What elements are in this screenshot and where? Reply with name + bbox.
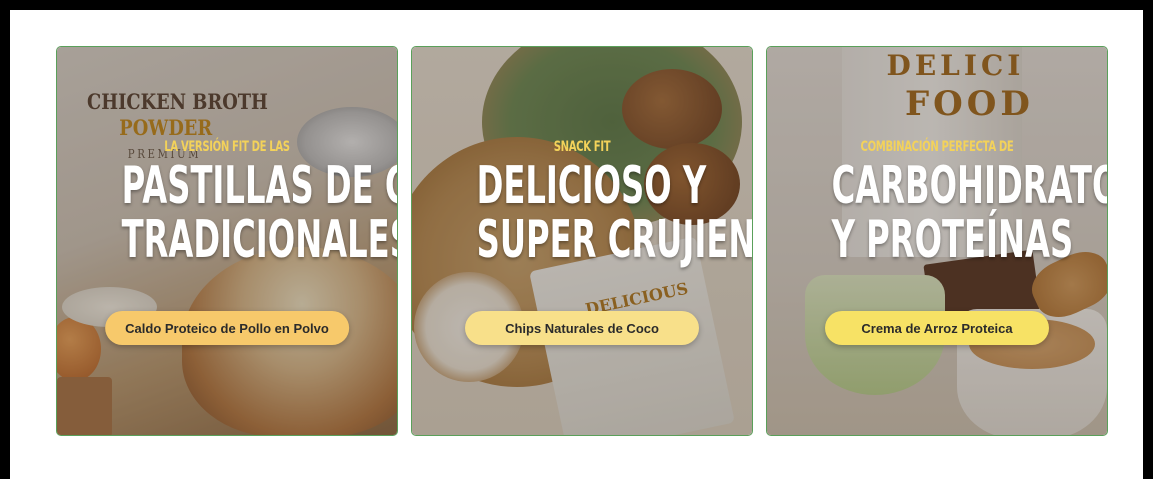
coconut-chips-button[interactable]: Chips Naturales de Coco [465,311,699,345]
card-headline-line-1: DELICIOSO Y [476,156,707,216]
card-text: COMBINACIÓN PERFECTA DE CARBOHIDRATOS Y … [767,139,1107,267]
card-eyebrow: SNACK FIT [553,139,611,155]
card-headline-line-2: Y PROTEÍNAS [831,210,1074,270]
page-frame: CHICKEN BROTH POWDER PREMIUM LA VERSIÓN … [10,10,1143,479]
card-headline-line-2: TRADICIONALES [121,210,398,270]
product-card-coconut-chips[interactable]: DELICIOUS FOOD SNACK FIT DELICIOSO Y SUP… [411,46,753,436]
card-text: SNACK FIT DELICIOSO Y SUPER CRUJIENTE [412,139,752,267]
product-card-rice-cream[interactable]: DELICI FOOD COMBINACIÓN PERFECTA DE CARB… [766,46,1108,436]
card-eyebrow: COMBINACIÓN PERFECTA DE [860,139,1014,155]
card-headline-line-1: PASTILLAS DE CALDO [121,156,397,216]
card-text: LA VERSIÓN FIT DE LAS PASTILLAS DE CALDO… [57,139,397,267]
chicken-broth-button[interactable]: Caldo Proteico de Pollo en Polvo [105,311,349,345]
product-cards: CHICKEN BROTH POWDER PREMIUM LA VERSIÓN … [56,46,1108,436]
rice-cream-button[interactable]: Crema de Arroz Proteica [825,311,1049,345]
card-headline-line-1: CARBOHIDRATOS [831,156,1107,216]
card-headline-line-2: SUPER CRUJIENTE [476,210,753,270]
card-eyebrow: LA VERSIÓN FIT DE LAS [164,139,290,155]
product-card-chicken-broth[interactable]: CHICKEN BROTH POWDER PREMIUM LA VERSIÓN … [56,46,398,436]
